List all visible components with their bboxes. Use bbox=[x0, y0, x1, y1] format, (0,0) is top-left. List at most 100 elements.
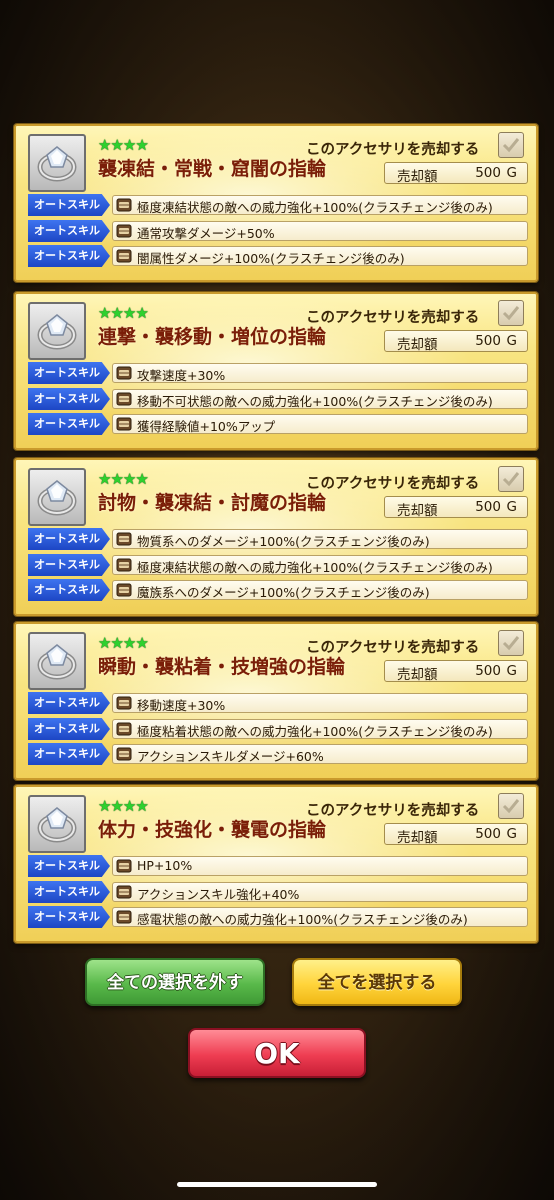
auto-skill-tag: オートスキル bbox=[28, 194, 110, 216]
skill-row: オートスキル 闇属性ダメージ+100%(クラスチェンジ後のみ) bbox=[28, 245, 528, 267]
auto-skill-tag: オートスキル bbox=[28, 245, 110, 267]
skill-crest-icon bbox=[116, 223, 132, 239]
sell-price-box: 売却額 500 G bbox=[384, 496, 528, 519]
ring-icon bbox=[28, 134, 86, 192]
skill-box: 移動速度+30% bbox=[112, 693, 528, 713]
skill-box: 通常攻撃ダメージ+50% bbox=[112, 221, 528, 241]
skill-description: 攻撃速度+30% bbox=[137, 368, 226, 383]
price-currency: G bbox=[506, 165, 517, 181]
sell-label: このアクセサリを売却する bbox=[306, 803, 480, 819]
auto-skill-tag: オートスキル bbox=[28, 718, 110, 740]
skill-box: 移動不可状態の敵への威力強化+100%(クラスチェンジ後のみ) bbox=[112, 389, 528, 409]
skill-crest-icon bbox=[116, 531, 132, 547]
skill-description: 獲得経験値+10%アップ bbox=[137, 419, 276, 434]
skill-description: HP+10% bbox=[137, 858, 193, 873]
skill-row: オートスキル 極度凍結状態の敵への威力強化+100%(クラスチェンジ後のみ) bbox=[28, 194, 528, 216]
auto-skill-tag: オートスキル bbox=[28, 220, 110, 242]
sell-checkbox[interactable] bbox=[498, 630, 524, 656]
sell-checkbox[interactable] bbox=[498, 793, 524, 819]
skill-box: 物質系へのダメージ+100%(クラスチェンジ後のみ) bbox=[112, 529, 528, 549]
price-value: 500 bbox=[475, 499, 501, 515]
skill-description: 移動速度+30% bbox=[137, 698, 226, 713]
skill-row: オートスキル HP+10% bbox=[28, 855, 528, 877]
rarity-stars: ★★★★ bbox=[98, 304, 149, 322]
sell-label: このアクセサリを売却する bbox=[306, 310, 480, 326]
auto-skill-tag: オートスキル bbox=[28, 388, 110, 410]
auto-skill-tag: オートスキル bbox=[28, 855, 110, 877]
auto-skill-tag: オートスキル bbox=[28, 692, 110, 714]
skill-description: 魔族系へのダメージ+100%(クラスチェンジ後のみ) bbox=[137, 585, 430, 600]
skill-description: 移動不可状態の敵への威力強化+100%(クラスチェンジ後のみ) bbox=[137, 394, 493, 409]
skill-description: 闇属性ダメージ+100%(クラスチェンジ後のみ) bbox=[137, 251, 405, 266]
sell-checkbox[interactable] bbox=[498, 466, 524, 492]
accessory-card[interactable]: ★★★★ 襲凍結・常戦・窟闇の指輪 このアクセサリを売却する 売却額 500 G オートスキ… bbox=[14, 124, 538, 282]
skill-crest-icon bbox=[116, 721, 132, 737]
price-value: 500 bbox=[475, 663, 501, 679]
skill-row: オートスキル 攻撃速度+30% bbox=[28, 362, 528, 384]
skill-description: 極度凍結状態の敵への威力強化+100%(クラスチェンジ後のみ) bbox=[137, 560, 493, 575]
sell-label: このアクセサリを売却する bbox=[306, 142, 480, 158]
skill-row: オートスキル 獲得経験値+10%アップ bbox=[28, 413, 528, 435]
accessory-card[interactable]: ★★★★ 連撃・襲移動・増位の指輪 このアクセサリを売却する 売却額 500 G オートスキ… bbox=[14, 292, 538, 450]
auto-skill-tag: オートスキル bbox=[28, 743, 110, 765]
skill-box: 獲得経験値+10%アップ bbox=[112, 414, 528, 434]
skill-box: 攻撃速度+30% bbox=[112, 363, 528, 383]
price-label: 売却額 bbox=[397, 503, 438, 519]
skill-box: 極度粘着状態の敵への威力強化+100%(クラスチェンジ後のみ) bbox=[112, 719, 528, 739]
skill-box: 極度凍結状態の敵への威力強化+100%(クラスチェンジ後のみ) bbox=[112, 195, 528, 215]
skill-crest-icon bbox=[116, 695, 132, 711]
skill-box: アクションスキルダメージ+60% bbox=[112, 744, 528, 764]
skill-row: オートスキル 感電状態の敵への威力強化+100%(クラスチェンジ後のみ) bbox=[28, 906, 528, 928]
ok-button[interactable]: OK bbox=[188, 1028, 366, 1078]
skill-description: アクションスキルダメージ+60% bbox=[137, 749, 324, 764]
skill-box: 魔族系へのダメージ+100%(クラスチェンジ後のみ) bbox=[112, 580, 528, 600]
skill-box: 闇属性ダメージ+100%(クラスチェンジ後のみ) bbox=[112, 246, 528, 266]
skill-crest-icon bbox=[116, 884, 132, 900]
sell-price-box: 売却額 500 G bbox=[384, 330, 528, 353]
skill-row: オートスキル 極度粘着状態の敵への威力強化+100%(クラスチェンジ後のみ) bbox=[28, 718, 528, 740]
select-all-button[interactable]: 全てを選択する bbox=[292, 958, 462, 1006]
price-label: 売却額 bbox=[397, 169, 438, 185]
auto-skill-tag: オートスキル bbox=[28, 413, 110, 435]
sell-checkbox[interactable] bbox=[498, 300, 524, 326]
rarity-stars: ★★★★ bbox=[98, 797, 149, 815]
rarity-stars: ★★★★ bbox=[98, 470, 149, 488]
price-currency: G bbox=[506, 499, 517, 515]
accessory-card[interactable]: ★★★★ 討物・襲凍結・討魔の指輪 このアクセサリを売却する売却額 500 G オートスキ… bbox=[14, 458, 538, 616]
price-currency: G bbox=[506, 826, 517, 842]
accessory-card[interactable]: ★★★★ 瞬動・襲粘着・技増強の指輪 このアクセサリを売却する 売却額 500 G オートス… bbox=[14, 622, 538, 780]
price-value: 500 bbox=[475, 333, 501, 349]
accessory-card[interactable]: ★★★★ 体力・技強化・襲電の指輪 このアクセサリを売却する 売却額 500 G オートスキ… bbox=[14, 785, 538, 943]
skill-crest-icon bbox=[116, 746, 132, 762]
auto-skill-tag: オートスキル bbox=[28, 362, 110, 384]
sell-checkbox[interactable] bbox=[498, 132, 524, 158]
skill-crest-icon bbox=[116, 582, 132, 598]
skill-row: オートスキル 通常攻撃ダメージ+50% bbox=[28, 220, 528, 242]
accessory-name: 体力・技強化・襲電の指輪 bbox=[98, 819, 327, 841]
skill-crest-icon bbox=[116, 391, 132, 407]
skill-row: オートスキル 物質系へのダメージ+100%(クラスチェンジ後のみ) bbox=[28, 528, 528, 550]
sell-price-box: 売却額 500 G bbox=[384, 660, 528, 683]
home-indicator bbox=[177, 1182, 377, 1187]
auto-skill-tag: オートスキル bbox=[28, 528, 110, 550]
price-value: 500 bbox=[475, 165, 501, 181]
skill-row: オートスキル 移動不可状態の敵への威力強化+100%(クラスチェンジ後のみ) bbox=[28, 388, 528, 410]
skill-row: オートスキル 魔族系へのダメージ+100%(クラスチェンジ後のみ) bbox=[28, 579, 528, 601]
deselect-all-button[interactable]: 全ての選択を外す bbox=[85, 958, 265, 1006]
skill-crest-icon bbox=[116, 557, 132, 573]
price-value: 500 bbox=[475, 826, 501, 842]
sell-label: このアクセサリを売却する bbox=[306, 476, 480, 492]
accessory-name: 襲凍結・常戦・窟闇の指輪 bbox=[98, 158, 327, 180]
skill-description: 感電状態の敵への威力強化+100%(クラスチェンジ後のみ) bbox=[137, 912, 468, 927]
sell-price-box: 売却額 500 G bbox=[384, 162, 528, 185]
skill-crest-icon bbox=[116, 858, 132, 874]
auto-skill-tag: オートスキル bbox=[28, 554, 110, 576]
skill-description: 通常攻撃ダメージ+50% bbox=[137, 226, 275, 241]
skill-crest-icon bbox=[116, 365, 132, 381]
price-label: 売却額 bbox=[397, 667, 438, 683]
price-currency: G bbox=[506, 333, 517, 349]
accessory-name: 討物・襲凍結・討魔の指輪 bbox=[98, 492, 327, 514]
skill-box: HP+10% bbox=[112, 856, 528, 876]
skill-crest-icon bbox=[116, 197, 132, 213]
price-label: 売却額 bbox=[397, 337, 438, 353]
